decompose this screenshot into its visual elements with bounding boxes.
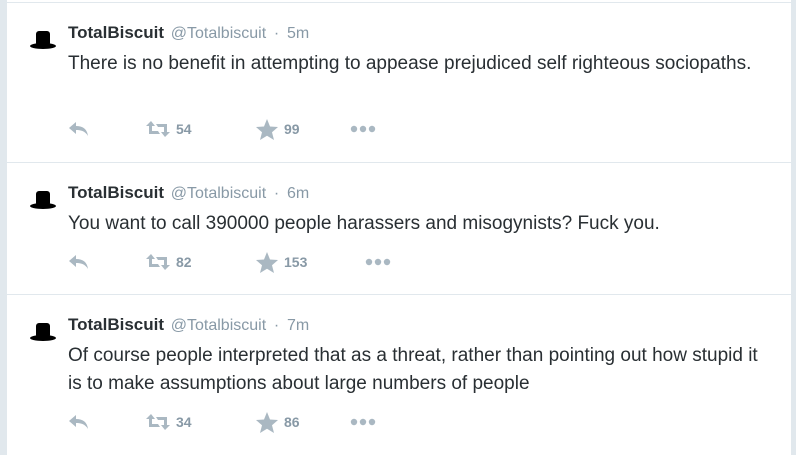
favorite-count: 153: [284, 254, 308, 270]
tweet[interactable]: TotalBiscuit @Totalbiscuit · 5m There is…: [7, 2, 791, 163]
favorite-count: 99: [284, 121, 300, 137]
favorite-button[interactable]: 153: [256, 250, 307, 274]
retweet-button[interactable]: 34: [146, 410, 192, 434]
tweet[interactable]: TotalBiscuit @Totalbiscuit · 6m You want…: [7, 162, 791, 295]
tweet-text: Of course people interpreted that as a t…: [68, 345, 758, 394]
more-button[interactable]: [350, 410, 376, 434]
retweet-icon: [146, 254, 170, 270]
retweet-count: 34: [176, 414, 192, 430]
separator: ·: [273, 25, 280, 42]
more-button[interactable]: [350, 117, 376, 141]
retweet-button[interactable]: 54: [146, 117, 192, 141]
timeline: TotalBiscuit @Totalbiscuit · 5m There is…: [6, 0, 792, 455]
retweet-icon: [146, 121, 170, 137]
reply-icon: [69, 122, 88, 136]
retweet-icon: [146, 414, 170, 430]
tweet-header: TotalBiscuit @Totalbiscuit · 6m: [68, 183, 309, 204]
timestamp[interactable]: 5m: [287, 25, 309, 42]
more-icon: [350, 418, 376, 426]
more-button[interactable]: [365, 250, 391, 274]
star-icon: [256, 118, 278, 140]
tweet[interactable]: TotalBiscuit @Totalbiscuit · 7m Of cours…: [7, 294, 791, 455]
favorite-button[interactable]: 99: [256, 117, 300, 141]
tweet-text: There is no benefit in attempting to app…: [68, 53, 752, 74]
timestamp[interactable]: 7m: [287, 317, 309, 334]
separator: ·: [273, 317, 280, 334]
author-handle[interactable]: @Totalbiscuit: [171, 317, 266, 334]
reply-icon: [69, 255, 88, 269]
top-hat-icon[interactable]: [29, 321, 57, 343]
timestamp[interactable]: 6m: [287, 185, 309, 202]
star-icon: [256, 251, 278, 273]
reply-icon: [69, 415, 88, 429]
star-icon: [256, 411, 278, 433]
author-handle[interactable]: @Totalbiscuit: [171, 25, 266, 42]
tweet-text: You want to call 390000 people harassers…: [68, 213, 660, 234]
tweet-header: TotalBiscuit @Totalbiscuit · 5m: [68, 23, 309, 44]
reply-button[interactable]: [68, 250, 90, 274]
retweet-count: 82: [176, 254, 192, 270]
favorite-count: 86: [284, 414, 300, 430]
retweet-count: 54: [176, 121, 192, 137]
separator: ·: [273, 185, 280, 202]
author-name[interactable]: TotalBiscuit: [68, 183, 164, 202]
more-icon: [365, 258, 391, 266]
author-name[interactable]: TotalBiscuit: [68, 315, 164, 334]
favorite-button[interactable]: 86: [256, 410, 300, 434]
retweet-button[interactable]: 82: [146, 250, 192, 274]
reply-button[interactable]: [68, 117, 90, 141]
tweet-header: TotalBiscuit @Totalbiscuit · 7m: [68, 315, 309, 336]
reply-button[interactable]: [68, 410, 90, 434]
more-icon: [350, 125, 376, 133]
author-name[interactable]: TotalBiscuit: [68, 23, 164, 42]
top-hat-icon[interactable]: [29, 29, 57, 51]
top-hat-icon[interactable]: [29, 189, 57, 211]
author-handle[interactable]: @Totalbiscuit: [171, 185, 266, 202]
